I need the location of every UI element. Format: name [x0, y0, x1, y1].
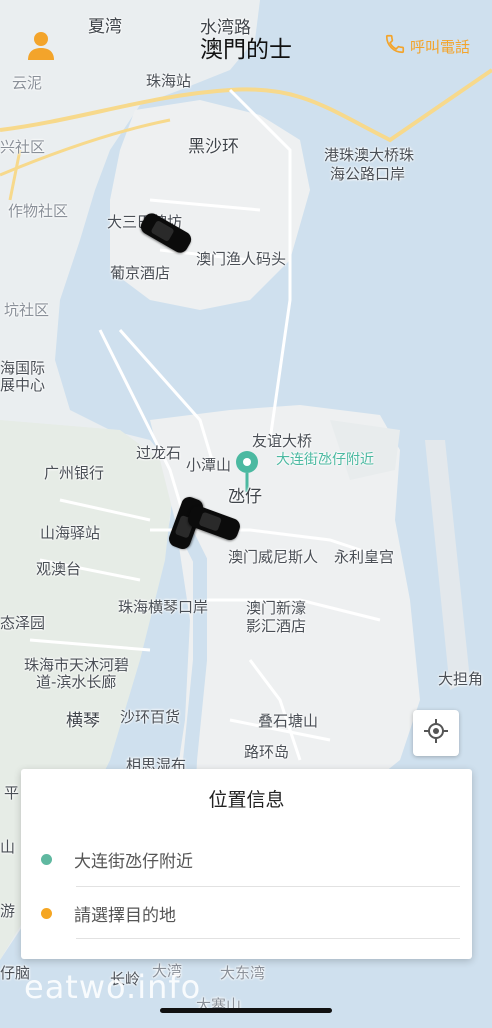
map-label: 道-滨水长廊 — [36, 673, 117, 691]
call-phone-button[interactable]: 呼叫電話 — [384, 33, 470, 59]
map-label: 影汇酒店 — [246, 617, 307, 635]
map-label: 氹仔 — [228, 487, 262, 507]
map-label: 永利皇宫 — [334, 548, 395, 566]
map-label: 路环岛 — [244, 743, 290, 761]
map-label: 大担角 — [438, 670, 484, 688]
map-label: 态泽园 — [0, 614, 46, 632]
divider — [76, 938, 460, 939]
map-label: 作物社区 — [8, 202, 69, 220]
watermark: eatwo.info — [24, 968, 202, 1006]
map-label: 港珠澳大桥珠 — [324, 146, 415, 164]
crosshair-icon — [423, 718, 449, 748]
map-label: 友谊大桥 — [252, 432, 313, 450]
origin-dot-icon — [41, 853, 52, 865]
map-label: 展中心 — [0, 376, 46, 394]
top-bar: 澳門的士 呼叫電話 — [0, 0, 492, 90]
map-label: 大东湾 — [220, 964, 266, 982]
home-indicator[interactable] — [160, 1008, 332, 1013]
map-label: 海公路口岸 — [330, 165, 406, 183]
destination-placeholder: 請選擇目的地 — [74, 905, 176, 926]
map-label: 横琴 — [66, 711, 100, 731]
phone-label: 呼叫電話 — [409, 37, 470, 56]
map-label: 沙环百货 — [120, 708, 181, 726]
map-label: 观澳台 — [36, 560, 82, 578]
map-label: 过龙石 — [136, 444, 182, 462]
map-label: 山 — [0, 838, 16, 856]
map-label: 小潭山 — [186, 456, 232, 474]
map-label: 黑沙环 — [188, 137, 239, 157]
map-label: 葡京酒店 — [110, 264, 171, 282]
map-label: 广州银行 — [44, 464, 105, 482]
destination-row[interactable]: 請選擇目的地 — [21, 887, 472, 939]
location-tag: 大连街氹仔附近 — [276, 452, 374, 468]
map-label: 澳门渔人码头 — [196, 250, 287, 268]
destination-dot-icon — [41, 907, 52, 919]
map-label: 澳门威尼斯人 — [228, 548, 319, 566]
map-label: 山海驿站 — [40, 524, 101, 542]
map-label: 兴社区 — [0, 138, 46, 156]
location-info-panel: 位置信息 大连街氹仔附近 請選擇目的地 — [21, 769, 472, 959]
map-label: 叠石塘山 — [258, 712, 319, 730]
map-label: 珠海横琴口岸 — [118, 598, 209, 616]
map-label: 坑社区 — [4, 301, 50, 319]
phone-icon — [384, 33, 406, 59]
panel-title: 位置信息 — [208, 789, 285, 811]
origin-row[interactable]: 大连街氹仔附近 — [21, 833, 472, 885]
locate-me-button[interactable] — [413, 710, 459, 756]
origin-text: 大连街氹仔附近 — [74, 851, 193, 872]
map-label: 平 — [4, 784, 20, 802]
map-label: 游 — [0, 902, 16, 920]
